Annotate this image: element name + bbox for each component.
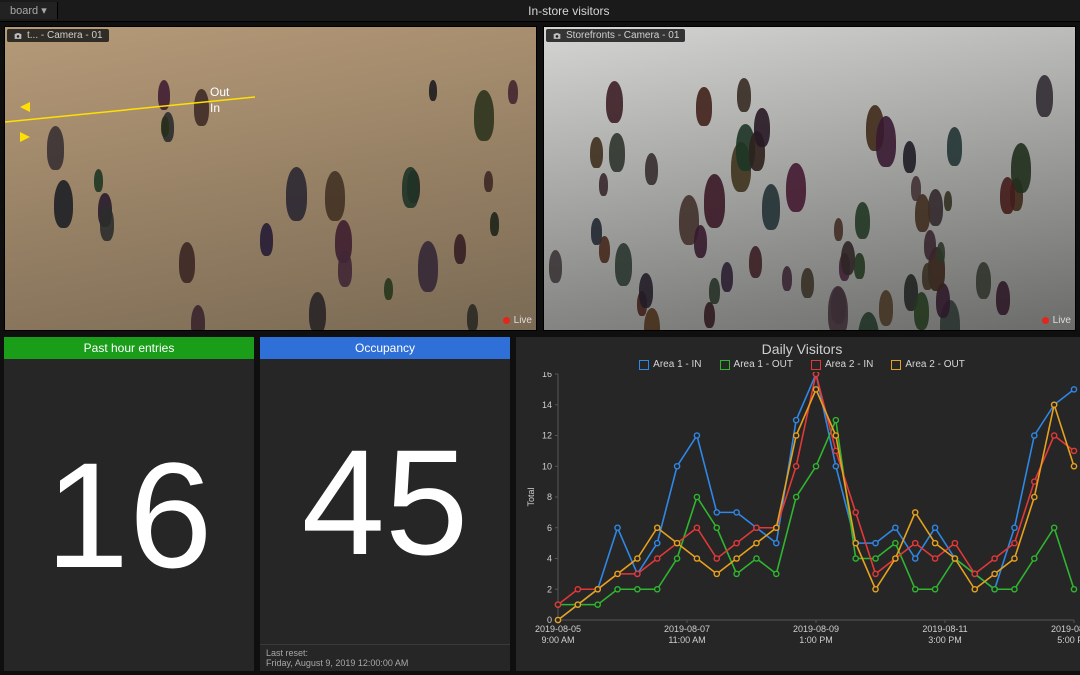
camera-2-live-badge: Live — [1042, 315, 1071, 326]
last-reset-label: Last reset: — [266, 648, 504, 658]
legend-swatch-icon — [891, 360, 901, 370]
legend-label: Area 1 - IN — [653, 359, 701, 370]
dashboard-grid: t... - Camera - 01 Out In Live Storefron… — [0, 22, 1080, 675]
svg-text:2019-08-05: 2019-08-05 — [535, 624, 581, 634]
legend-item[interactable]: Area 1 - OUT — [720, 359, 793, 370]
legend-label: Area 2 - OUT — [905, 359, 964, 370]
top-bar: board ▾ In-store visitors — [0, 0, 1080, 22]
legend-item[interactable]: Area 2 - IN — [811, 359, 873, 370]
svg-text:4: 4 — [547, 554, 552, 564]
svg-text:8: 8 — [547, 492, 552, 502]
svg-text:1:00 PM: 1:00 PM — [799, 635, 833, 645]
svg-text:11:00 AM: 11:00 AM — [668, 635, 705, 645]
camera-feed-2[interactable]: Storefronts - Camera - 01 Live — [543, 26, 1076, 331]
legend-swatch-icon — [639, 360, 649, 370]
camera-2-live-text: Live — [1053, 315, 1071, 326]
dashboard-tab[interactable]: board ▾ — [0, 2, 58, 19]
chart-title: Daily Visitors — [524, 341, 1080, 357]
legend-item[interactable]: Area 1 - IN — [639, 359, 701, 370]
legend-swatch-icon — [720, 360, 730, 370]
svg-text:16: 16 — [542, 372, 552, 379]
tile-entries-value: 16 — [4, 359, 254, 671]
tile-occupancy-footer: Last reset: Friday, August 9, 2019 12:00… — [260, 644, 510, 671]
svg-text:2019-08-11: 2019-08-11 — [922, 624, 967, 634]
tile-daily-visitors: Daily Visitors Area 1 - INArea 1 - OUTAr… — [516, 337, 1080, 671]
legend-item[interactable]: Area 2 - OUT — [891, 359, 964, 370]
svg-text:Total: Total — [526, 487, 536, 506]
tile-past-hour-entries: Past hour entries 16 — [4, 337, 254, 671]
svg-text:2: 2 — [547, 584, 552, 594]
tripline-out-label: Out — [210, 85, 229, 99]
svg-text:10: 10 — [542, 461, 552, 471]
svg-text:2019-08-07: 2019-08-07 — [664, 624, 710, 634]
svg-text:3:00 PM: 3:00 PM — [928, 635, 962, 645]
tripline-overlay — [5, 27, 536, 330]
tile-occupancy: Occupancy 45 Last reset: Friday, August … — [260, 337, 510, 671]
tile-occupancy-header: Occupancy — [260, 337, 510, 359]
svg-text:5:00 PM: 5:00 PM — [1057, 635, 1080, 645]
camera-feed-1[interactable]: t... - Camera - 01 Out In Live — [4, 26, 537, 331]
svg-text:2019-08-13: 2019-08-13 — [1051, 624, 1080, 634]
page-title: In-store visitors — [58, 4, 1080, 18]
legend-label: Area 2 - IN — [825, 359, 873, 370]
live-dot-icon — [1042, 317, 1049, 324]
live-dot-icon — [503, 317, 510, 324]
svg-text:2019-08-09: 2019-08-09 — [793, 624, 839, 634]
legend-label: Area 1 - OUT — [734, 359, 793, 370]
camera-2-scene — [544, 27, 1075, 330]
chart-legend: Area 1 - IN Area 1 - OUT Area 2 - IN Area 2… — [524, 359, 1080, 370]
camera-1-live-badge: Live — [503, 315, 532, 326]
svg-text:9:00 AM: 9:00 AM — [541, 635, 574, 645]
legend-swatch-icon — [811, 360, 821, 370]
tripline-in-label: In — [210, 101, 220, 115]
camera-1-live-text: Live — [514, 315, 532, 326]
svg-text:14: 14 — [542, 400, 552, 410]
last-reset-value: Friday, August 9, 2019 12:00:00 AM — [266, 658, 504, 668]
bottom-row: Past hour entries 16 Occupancy 45 Last r… — [4, 337, 1076, 671]
svg-text:12: 12 — [542, 431, 552, 441]
daily-visitors-chart: 0246810121416Total2019-08-059:00 AM2019-… — [524, 372, 1080, 654]
svg-text:6: 6 — [547, 523, 552, 533]
tile-entries-header: Past hour entries — [4, 337, 254, 359]
tile-occupancy-value: 45 — [260, 359, 510, 644]
